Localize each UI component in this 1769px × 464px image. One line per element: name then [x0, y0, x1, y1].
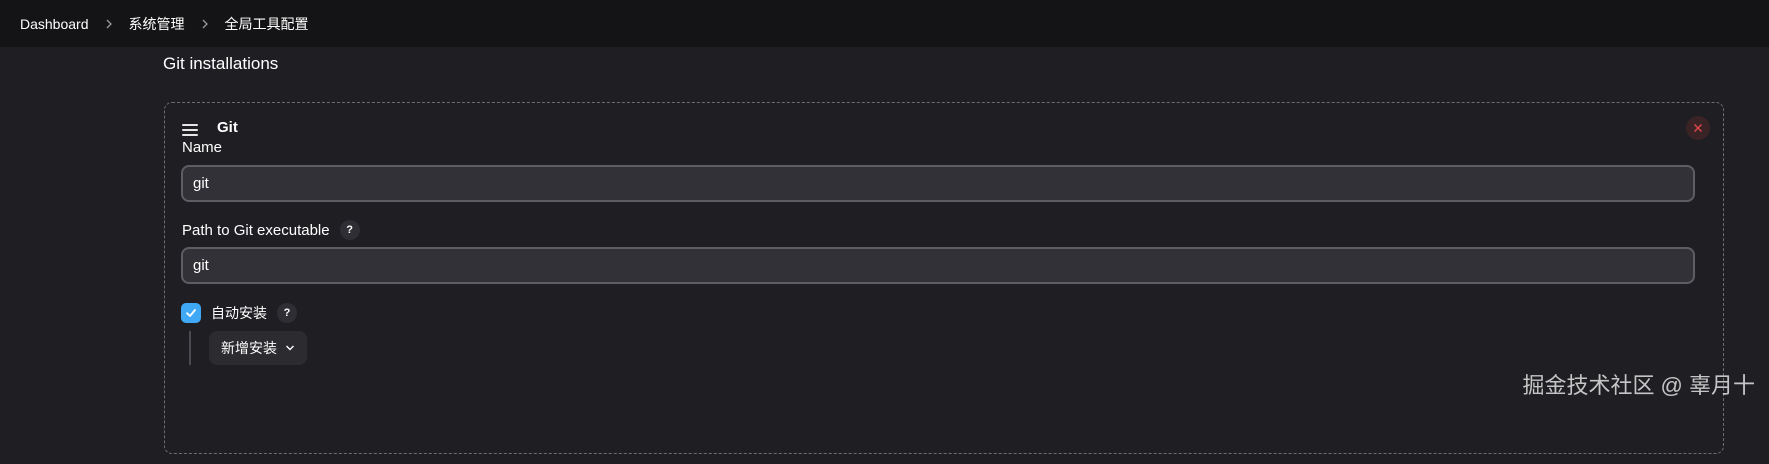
- nested-indent-line: [189, 331, 191, 365]
- chevron-right-icon: [103, 18, 115, 30]
- section-title: Git installations: [163, 54, 279, 73]
- delete-installation-button[interactable]: [1686, 116, 1710, 140]
- drag-handle-icon[interactable]: [182, 124, 198, 138]
- card-title: Git: [217, 119, 238, 136]
- breadcrumb-system-management[interactable]: 系统管理: [129, 14, 185, 34]
- close-icon: [1694, 124, 1702, 132]
- watermark-text: 掘金技术社区 @ 辜月十: [1522, 373, 1755, 398]
- breadcrumb-bar: Dashboard 系统管理 全局工具配置: [0, 0, 1769, 47]
- add-installer-label: 新增安装: [221, 340, 277, 356]
- breadcrumb-global-tool-config[interactable]: 全局工具配置: [225, 14, 309, 34]
- name-label-text: Name: [182, 139, 223, 156]
- auto-install-help-icon[interactable]: ?: [277, 303, 297, 323]
- page-scrollbar[interactable]: [1757, 47, 1769, 464]
- path-label: Path to Git executable ?: [182, 220, 360, 240]
- add-installer-dropdown[interactable]: 新增安装: [209, 331, 307, 365]
- git-installation-card: Git Name Path to Git executable ? 自动安装 ?…: [164, 102, 1724, 454]
- auto-install-row: 自动安装 ?: [181, 303, 297, 323]
- auto-install-label: 自动安装: [211, 305, 267, 321]
- name-label: Name: [182, 139, 222, 156]
- breadcrumb-dashboard[interactable]: Dashboard: [20, 16, 89, 32]
- check-icon: [186, 309, 196, 317]
- path-help-icon[interactable]: ?: [339, 220, 360, 240]
- chevron-down-icon: [286, 345, 294, 351]
- auto-install-checkbox[interactable]: [181, 303, 201, 323]
- path-input[interactable]: [181, 247, 1695, 284]
- name-input[interactable]: [181, 165, 1695, 202]
- path-label-text: Path to Git executable: [182, 221, 330, 239]
- chevron-right-icon: [199, 18, 211, 30]
